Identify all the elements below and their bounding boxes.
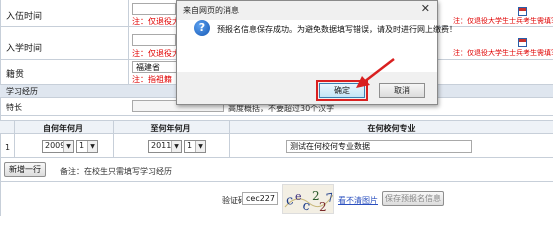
chevron-down-icon: ▼ xyxy=(63,141,73,152)
form-border-left xyxy=(0,0,1,216)
dialog-message: 预报名信息保存成功。为避免数据填写错误，请及时进行网上缴费！ xyxy=(217,25,457,34)
header-school: 在何校何专业 xyxy=(367,124,416,133)
row-divider-3 xyxy=(0,115,553,116)
school-input[interactable]: 测试在何校何专业数据 xyxy=(286,140,472,153)
join-army-input[interactable] xyxy=(132,3,176,15)
svg-text:c: c xyxy=(285,193,294,209)
table-col-3 xyxy=(229,120,230,158)
dialog-title: 来自网页的消息 xyxy=(183,6,239,15)
native-input[interactable]: 福建省 xyxy=(132,61,178,73)
native-label: 籍贯 xyxy=(6,70,25,80)
chevron-down-icon: ▼ xyxy=(195,141,205,152)
join-army-note-right: 注：仅退役大学生士兵考生需填写 xyxy=(453,17,553,25)
svg-text:e: e xyxy=(295,190,302,203)
to-year-value: 2011 xyxy=(151,141,172,150)
chevron-down-icon: ▼ xyxy=(87,141,97,152)
section-title: 学习经历 xyxy=(6,87,38,96)
enroll-input[interactable] xyxy=(132,34,176,46)
table-col-2 xyxy=(113,120,114,158)
close-icon[interactable]: ✕ xyxy=(421,2,430,15)
to-year-select[interactable]: 2011 ▼ xyxy=(148,140,182,153)
header-from: 自何年何月 xyxy=(43,124,83,133)
join-army-label: 入伍时间 xyxy=(6,12,43,22)
annotation-arrow xyxy=(356,58,395,88)
save-button[interactable]: 保存预报名信息 xyxy=(382,191,444,206)
enroll-label: 入学时间 xyxy=(6,44,43,54)
from-month-select[interactable]: 1 ▼ xyxy=(76,140,98,153)
refresh-captcha-link[interactable]: 看不清图片 xyxy=(338,195,378,206)
row-index: 1 xyxy=(5,143,11,152)
table-note: 备注：在校生只需填写学习经历 xyxy=(60,167,172,176)
add-row-button[interactable]: 新增一行 xyxy=(4,162,46,177)
from-month-value: 1 xyxy=(79,141,85,150)
calendar-icon[interactable] xyxy=(518,7,527,16)
svg-text:7: 7 xyxy=(325,190,334,205)
svg-text:2: 2 xyxy=(319,200,327,214)
captcha-input[interactable]: cec227 xyxy=(242,192,278,205)
enroll-note-right: 注：仅退役大学生士兵考生需填写 xyxy=(453,49,553,57)
form-column-divider xyxy=(128,0,129,84)
captcha-image-graphic: c e c 2 2 7 xyxy=(284,189,334,214)
captcha-image[interactable]: c e c 2 2 7 xyxy=(282,184,334,214)
to-month-select[interactable]: 1 ▼ xyxy=(184,140,206,153)
calendar-icon-2[interactable] xyxy=(518,38,527,47)
header-to: 至何年何月 xyxy=(150,124,191,133)
svg-text:c: c xyxy=(301,198,311,214)
from-year-select[interactable]: 2009 ▼ xyxy=(42,140,74,153)
row-divider-4 xyxy=(0,181,553,182)
to-month-value: 1 xyxy=(187,141,193,150)
question-icon: ? xyxy=(194,20,210,36)
table-bottom xyxy=(0,157,553,158)
chevron-down-icon: ▼ xyxy=(171,141,181,152)
table-col-1 xyxy=(14,120,15,158)
specialty-label: 特长 xyxy=(6,103,22,112)
